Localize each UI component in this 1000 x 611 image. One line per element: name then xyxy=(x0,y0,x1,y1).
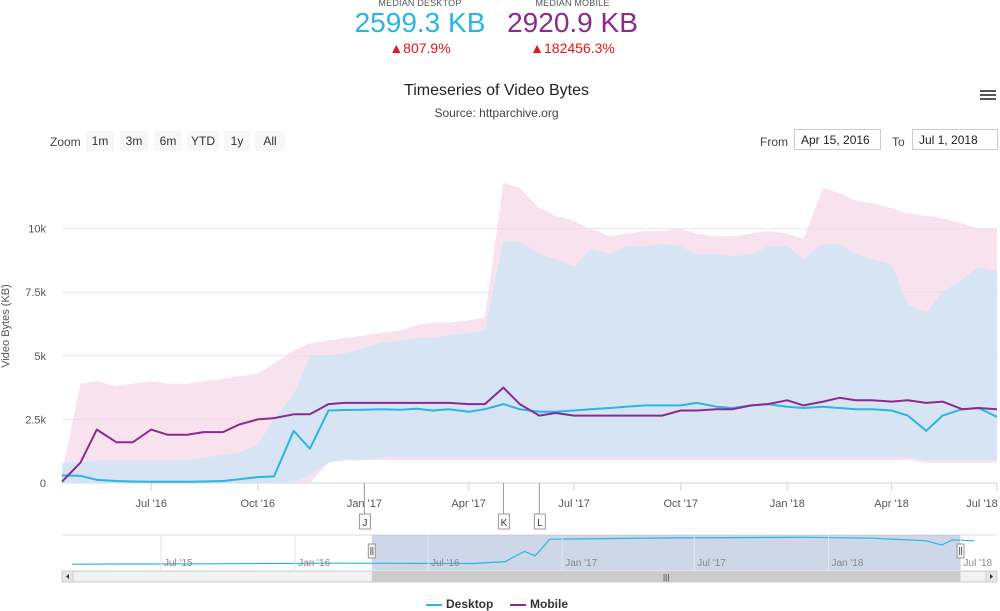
navigator-tick-label: Jul '16 xyxy=(431,558,460,569)
navigator-scrollbar[interactable]: ||| xyxy=(61,570,998,583)
navigator-tick-label: Jul '17 xyxy=(697,558,726,569)
navigator: Jul '15 Jan '16 Jul '16 Jan '17 Jul '17 Jan '… xyxy=(61,534,998,583)
navigator-tick-label: Jan '17 xyxy=(565,558,597,569)
navigator-tick-label: Jul '15 xyxy=(164,558,193,569)
x-tick-label: Jul '18 xyxy=(966,498,997,510)
x-tick-label: Jul '17 xyxy=(558,498,589,510)
y-tick-label: 10k xyxy=(28,224,46,236)
scroll-right-arrow-icon[interactable] xyxy=(985,570,998,583)
x-tick-label: Jul '16 xyxy=(135,498,166,510)
navigator-tick-label: Jul '18 xyxy=(964,558,993,569)
y-tick-label: 7.5k xyxy=(25,287,46,299)
legend-item-mobile[interactable]: Mobile xyxy=(510,597,568,611)
navigator-selection xyxy=(371,535,961,570)
video-bytes-chart: 0 2.5k 5k 7.5k 10k Jul '16 Oct '16 Jan '17 Apr … xyxy=(0,182,998,583)
handle-box xyxy=(367,543,376,559)
x-tick-label: Jan '18 xyxy=(770,498,805,510)
x-tick-label: Oct '17 xyxy=(663,498,698,510)
y-tick-label: 5k xyxy=(34,351,46,363)
flag-label: L xyxy=(537,518,543,529)
flag-l: L xyxy=(533,513,546,530)
x-tick-label: Apr '17 xyxy=(451,498,486,510)
legend-mobile-label: Mobile xyxy=(530,597,568,611)
y-axis-label: Video Bytes (KB) xyxy=(0,284,12,368)
flag-label: K xyxy=(501,518,508,529)
legend-desktop-label: Desktop xyxy=(446,597,494,611)
legend-mobile-swatch xyxy=(510,603,526,606)
navigator-tick-label: Jan '16 xyxy=(298,558,330,569)
y-tick-label: 2.5k xyxy=(25,414,46,426)
x-axis-ticks: Jul '16 Oct '16 Jan '17 Apr '17 Jul '17 Oct '… xyxy=(135,483,998,510)
scrollbar-grip: ||| xyxy=(663,573,669,582)
y-axis-ticks: 0 2.5k 5k 7.5k 10k xyxy=(25,224,46,490)
flag-k: K xyxy=(497,513,510,530)
flag-j: J xyxy=(358,513,371,530)
x-tick-label: Oct '16 xyxy=(241,498,276,510)
legend-desktop-swatch xyxy=(426,603,442,606)
scroll-left-arrow-icon[interactable] xyxy=(61,570,74,583)
y-tick-label: 0 xyxy=(40,478,46,490)
range-bands xyxy=(62,182,997,484)
navigator-left-handle[interactable] xyxy=(367,543,376,559)
flag-label: J xyxy=(362,518,367,529)
x-tick-label: Apr '18 xyxy=(874,498,909,510)
handle-box xyxy=(956,543,965,559)
legend-item-desktop[interactable]: Desktop xyxy=(426,597,493,611)
navigator-right-handle[interactable] xyxy=(956,543,965,559)
navigator-tick-label: Jan '18 xyxy=(831,558,863,569)
